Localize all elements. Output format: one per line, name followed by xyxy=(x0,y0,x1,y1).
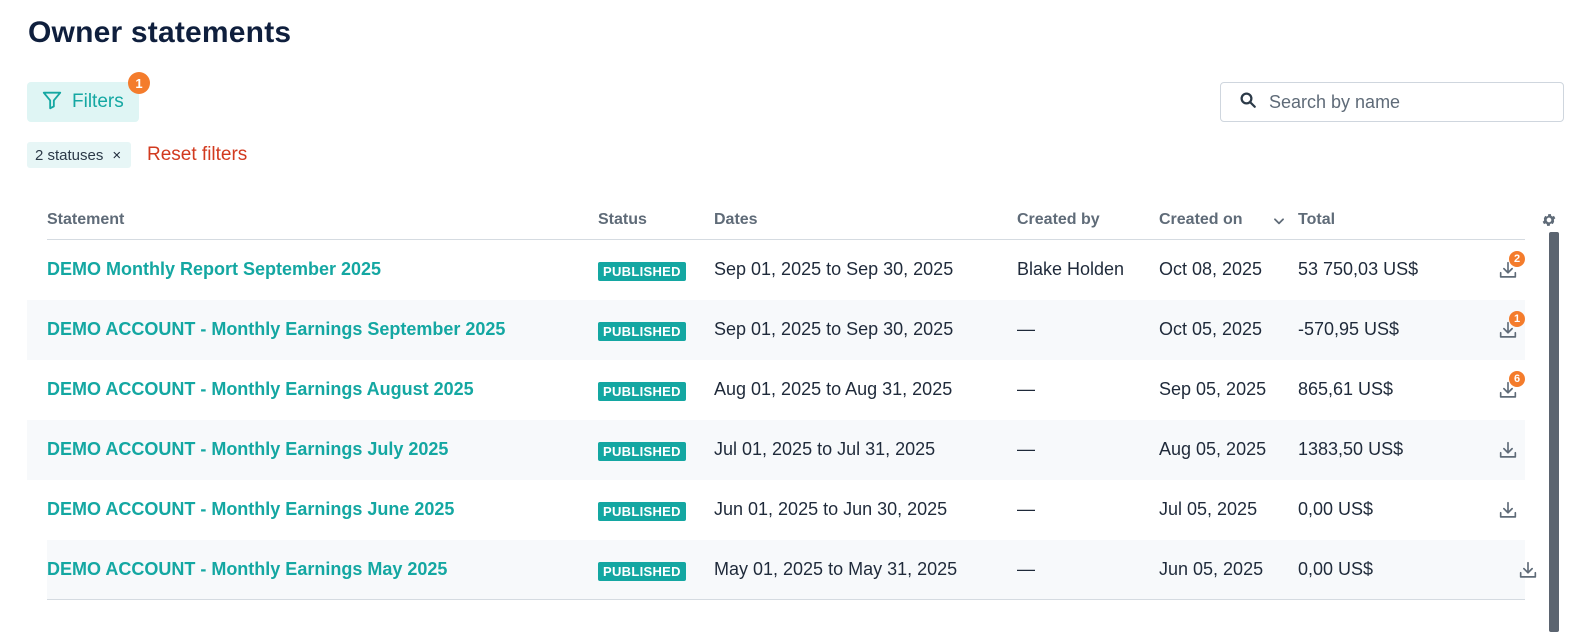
dates-cell: Jun 01, 2025 to Jun 30, 2025 xyxy=(714,499,948,519)
table-row[interactable]: DEMO ACCOUNT - Monthly Earnings May 2025… xyxy=(47,540,1537,600)
status-cell: PUBLISHED xyxy=(598,440,686,461)
status-cell: PUBLISHED xyxy=(598,500,686,521)
status-cell: PUBLISHED xyxy=(598,380,686,401)
dates-cell: Sep 01, 2025 to Sep 30, 2025 xyxy=(714,319,954,339)
column-header-created-on[interactable]: Created on xyxy=(1159,211,1243,229)
created-on-cell: Aug 05, 2025 xyxy=(1159,439,1267,459)
total-cell: 0,00 US$ xyxy=(1298,559,1374,579)
chip-close-icon[interactable]: × xyxy=(112,147,121,164)
chip-label: 2 statuses xyxy=(35,146,104,164)
column-header-total[interactable]: Total xyxy=(1298,211,1335,229)
page-title: Owner statements xyxy=(28,16,292,49)
download-icon[interactable] xyxy=(1517,559,1539,581)
column-header-dates[interactable]: Dates xyxy=(714,211,758,229)
total-cell: 865,61 US$ xyxy=(1298,379,1394,399)
filters-label: Filters xyxy=(72,91,124,112)
created-by-cell: — xyxy=(1017,559,1035,579)
total-cell: 1383,50 US$ xyxy=(1298,439,1404,459)
statement-name-link[interactable]: DEMO ACCOUNT - Monthly Earnings May 2025 xyxy=(47,559,447,580)
table-row[interactable]: DEMO ACCOUNT - Monthly Earnings Septembe… xyxy=(27,300,1525,360)
created-on-cell: Jul 05, 2025 xyxy=(1159,499,1258,519)
total-cell: -570,95 US$ xyxy=(1298,319,1400,339)
dates-cell: May 01, 2025 to May 31, 2025 xyxy=(714,559,958,579)
status-cell: PUBLISHED xyxy=(598,560,686,581)
download-icon[interactable]: 6 xyxy=(1497,371,1525,401)
dates-cell: Jul 01, 2025 to Jul 31, 2025 xyxy=(714,439,936,459)
statement-name-link[interactable]: DEMO ACCOUNT - Monthly Earnings August 2… xyxy=(47,379,474,400)
created-by-cell: — xyxy=(1017,319,1035,339)
download-icon[interactable]: 2 xyxy=(1497,251,1525,281)
table-row[interactable]: DEMO ACCOUNT - Monthly Earnings July 202… xyxy=(27,420,1525,480)
status-cell: PUBLISHED xyxy=(598,260,686,281)
download-icon[interactable]: 1 xyxy=(1497,311,1525,341)
statement-name-link[interactable]: DEMO Monthly Report September 2025 xyxy=(47,259,381,280)
scrollbar[interactable] xyxy=(1549,232,1559,632)
created-by-cell: — xyxy=(1017,499,1035,519)
created-on-cell: Jun 05, 2025 xyxy=(1159,559,1264,579)
gear-icon[interactable] xyxy=(1541,212,1557,228)
reset-filters-link[interactable]: Reset filters xyxy=(147,144,247,166)
total-cell: 53 750,03 US$ xyxy=(1298,259,1419,279)
statement-name-link[interactable]: DEMO ACCOUNT - Monthly Earnings June 202… xyxy=(47,499,454,520)
dates-cell: Aug 01, 2025 to Aug 31, 2025 xyxy=(714,379,953,399)
created-by-cell: Blake Holden xyxy=(1017,259,1125,279)
column-header-created-by[interactable]: Created by xyxy=(1017,211,1100,229)
created-on-cell: Oct 08, 2025 xyxy=(1159,259,1263,279)
status-badge: PUBLISHED xyxy=(598,502,686,521)
filters-button[interactable]: Filters xyxy=(27,82,139,122)
column-header-statement[interactable]: Statement xyxy=(47,211,124,229)
created-on-cell: Oct 05, 2025 xyxy=(1159,319,1263,339)
table-row[interactable]: DEMO ACCOUNT - Monthly Earnings August 2… xyxy=(27,360,1525,420)
statements-table: Statement Status Dates Created by Create… xyxy=(27,206,1537,600)
download-icon[interactable] xyxy=(1497,499,1519,521)
filter-icon xyxy=(41,89,63,116)
dates-cell: Sep 01, 2025 to Sep 30, 2025 xyxy=(714,259,954,279)
download-count-badge: 1 xyxy=(1509,311,1525,327)
filters-count-badge: 1 xyxy=(128,72,150,94)
total-cell: 0,00 US$ xyxy=(1298,499,1374,519)
status-badge: PUBLISHED xyxy=(598,262,686,281)
created-on-cell: Sep 05, 2025 xyxy=(1159,379,1267,399)
statement-name-link[interactable]: DEMO ACCOUNT - Monthly Earnings Septembe… xyxy=(47,319,505,340)
table-body: DEMO Monthly Report September 2025 PUBLIS… xyxy=(27,240,1537,600)
table-row[interactable]: DEMO ACCOUNT - Monthly Earnings June 202… xyxy=(27,480,1525,540)
status-badge: PUBLISHED xyxy=(598,322,686,341)
search-box[interactable] xyxy=(1220,82,1564,122)
chevron-down-icon[interactable] xyxy=(1272,214,1286,228)
table-row[interactable]: DEMO Monthly Report September 2025 PUBLIS… xyxy=(27,240,1525,300)
status-cell: PUBLISHED xyxy=(598,320,686,341)
created-by-cell: — xyxy=(1017,439,1035,459)
download-icon[interactable] xyxy=(1497,439,1519,461)
status-filter-chip[interactable]: 2 statuses × xyxy=(27,142,132,168)
created-by-cell: — xyxy=(1017,379,1035,399)
download-count-badge: 2 xyxy=(1509,251,1525,267)
download-count-badge: 6 xyxy=(1509,371,1525,387)
status-badge: PUBLISHED xyxy=(598,382,686,401)
search-icon xyxy=(1239,91,1257,114)
status-badge: PUBLISHED xyxy=(598,562,686,581)
search-input[interactable] xyxy=(1269,91,1549,113)
table-header: Statement Status Dates Created by Create… xyxy=(47,206,1525,240)
status-badge: PUBLISHED xyxy=(598,442,686,461)
column-header-status[interactable]: Status xyxy=(598,211,647,229)
statement-name-link[interactable]: DEMO ACCOUNT - Monthly Earnings July 202… xyxy=(47,439,448,460)
